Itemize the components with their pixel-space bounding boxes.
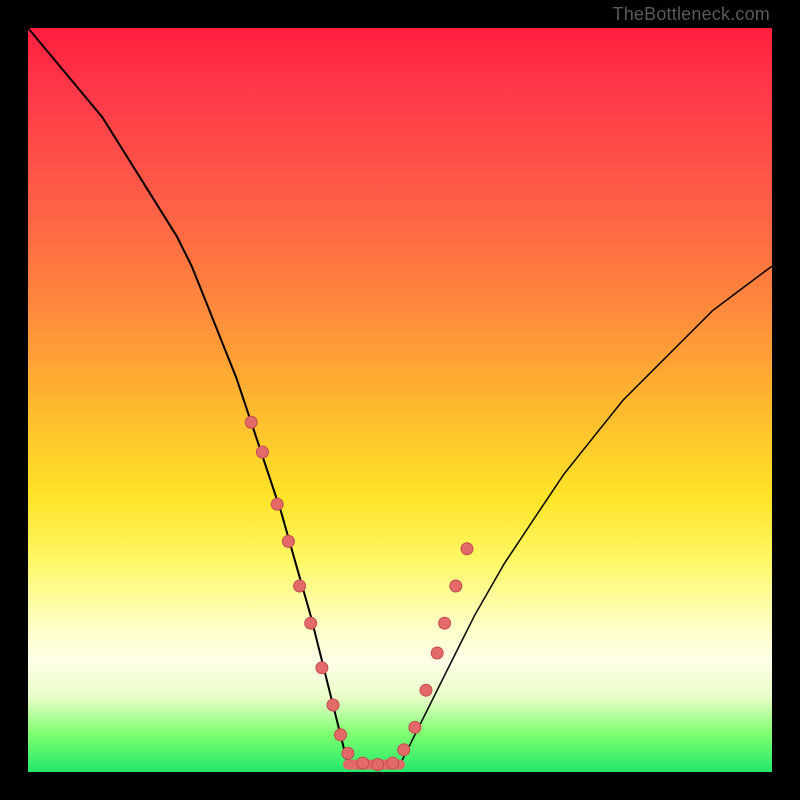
marker-left xyxy=(305,617,317,629)
markers-group xyxy=(245,416,473,770)
marker-right xyxy=(387,757,399,769)
marker-right xyxy=(450,580,462,592)
marker-left xyxy=(327,699,339,711)
marker-left xyxy=(256,446,268,458)
marker-right xyxy=(398,744,410,756)
marker-left xyxy=(372,759,384,771)
marker-left xyxy=(245,416,257,428)
marker-right xyxy=(461,543,473,555)
chart-svg xyxy=(28,28,772,772)
marker-right xyxy=(439,617,451,629)
plot-area xyxy=(28,28,772,772)
chart-frame: TheBottleneck.com xyxy=(0,0,800,800)
curve-left xyxy=(28,28,348,765)
curve-right xyxy=(400,266,772,764)
marker-left xyxy=(271,498,283,510)
marker-left xyxy=(316,662,328,674)
marker-left xyxy=(335,729,347,741)
watermark-text: TheBottleneck.com xyxy=(613,4,770,25)
marker-left xyxy=(282,535,294,547)
marker-right xyxy=(431,647,443,659)
marker-left xyxy=(294,580,306,592)
marker-right xyxy=(420,684,432,696)
marker-left xyxy=(342,747,354,759)
marker-right xyxy=(409,721,421,733)
marker-left xyxy=(357,757,369,769)
